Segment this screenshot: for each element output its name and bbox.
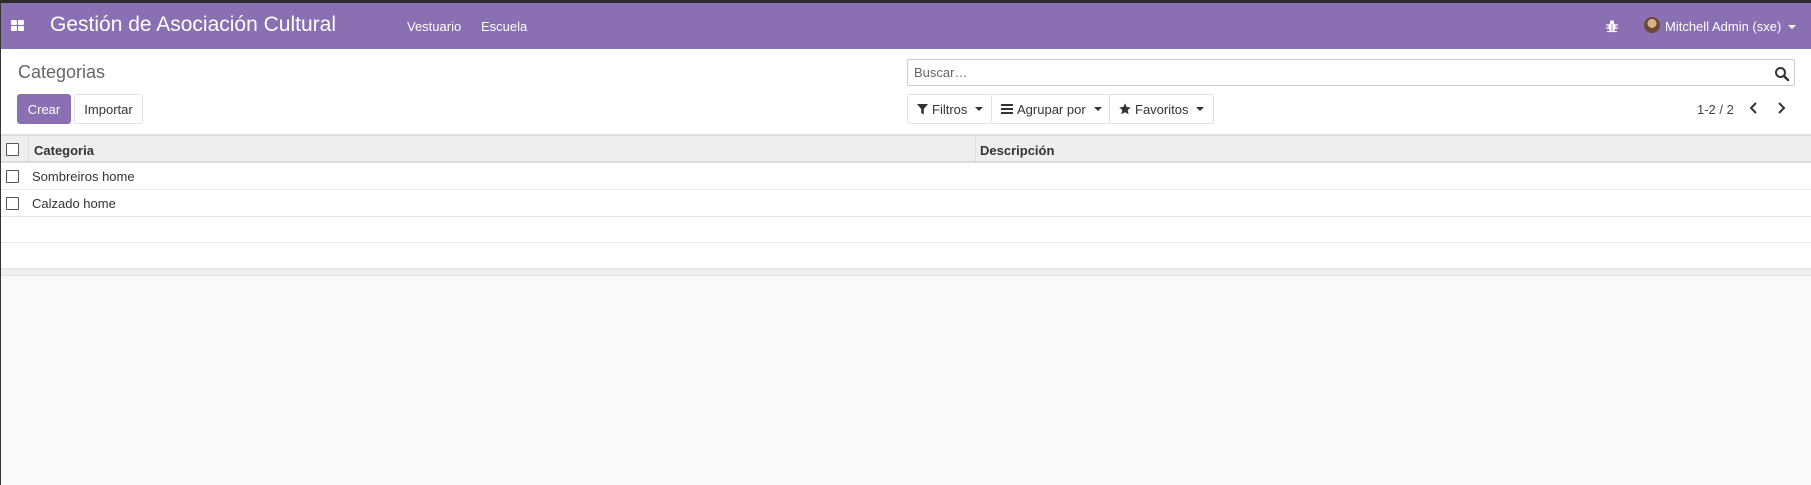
table-header: Categoria Descripción [1,135,1811,163]
pager-previous-icon[interactable] [1746,100,1762,116]
column-divider [975,136,976,161]
column-header-categoria[interactable]: Categoria [34,143,94,158]
filters-label: Filtros [932,101,968,117]
control-panel: Categorias Crear Importar Filtros Agrupa… [1,49,1811,135]
app-title[interactable]: Gestión de Asociación Cultural [50,13,336,37]
table-footer [1,269,1811,276]
list-bars-icon [1001,104,1013,114]
menu-item-escuela[interactable]: Escuela [481,19,527,34]
pager-value[interactable]: 1-2 / 2 [1697,102,1734,117]
favorites-button[interactable]: Favoritos [1109,94,1215,124]
user-menu-caret-icon[interactable] [1788,25,1796,29]
select-all-checkbox[interactable] [6,143,19,156]
row-checkbox[interactable] [6,197,19,210]
star-icon [1119,103,1131,115]
column-header-descripcion[interactable]: Descripción [980,143,1054,158]
groupby-button[interactable]: Agrupar por [991,94,1112,124]
column-divider [28,136,29,161]
favorites-label: Favoritos [1135,101,1189,117]
chevron-down-icon [1093,107,1102,111]
search-bar[interactable] [907,59,1795,86]
create-button[interactable]: Crear [17,94,71,124]
empty-row [1,243,1811,269]
top-navbar: Gestión de Asociación Cultural Vestuario… [1,0,1811,49]
breadcrumb: Categorias [18,62,106,82]
table-row[interactable]: Calzado home [1,190,1811,217]
chevron-down-icon [975,107,984,111]
filters-button[interactable]: Filtros [907,94,994,124]
user-avatar[interactable] [1644,17,1660,33]
pager-next-icon[interactable] [1773,100,1789,116]
menu-item-vestuario[interactable]: Vestuario [407,19,461,34]
debug-bug-icon[interactable] [1605,19,1619,33]
table-row[interactable]: Sombreiros home [1,163,1811,190]
user-menu-name[interactable]: Mitchell Admin (sxe) [1665,19,1781,34]
chevron-down-icon [1196,107,1205,111]
search-icon[interactable] [1774,66,1790,82]
cell-categoria[interactable]: Sombreiros home [32,169,135,184]
apps-menu-icon[interactable] [11,20,25,32]
search-input[interactable] [914,65,1764,80]
row-checkbox[interactable] [6,170,19,183]
import-button[interactable]: Importar [74,94,143,124]
list-view: Categoria Descripción Sombreiros home Ca… [1,135,1811,276]
empty-row [1,217,1811,243]
filter-funnel-icon [917,103,928,114]
cell-categoria[interactable]: Calzado home [32,196,116,211]
groupby-label: Agrupar por [1017,101,1086,117]
